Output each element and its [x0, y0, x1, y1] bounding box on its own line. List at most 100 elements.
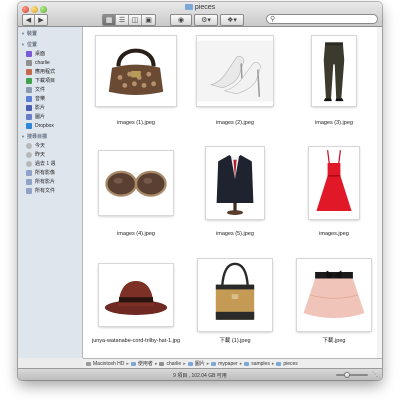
hd-icon [86, 361, 91, 366]
tote-bag-image [203, 259, 267, 331]
sidebar-item[interactable]: 桌面 [18, 49, 82, 58]
status-text: 9 項目 , 102.04 GB 可用 [173, 373, 227, 379]
sidebar-item[interactable]: charlie [18, 58, 82, 67]
home-icon [26, 59, 32, 66]
path-crumb-label: 使用者 [137, 361, 153, 367]
sidebar-item[interactable]: 圖片 [18, 112, 82, 121]
dropbox-icon [26, 122, 32, 129]
coverflow-view-button[interactable]: ▣ [142, 15, 155, 25]
handbag-thumbnail[interactable] [96, 36, 176, 106]
sidebar-item-label: charlie [35, 59, 50, 66]
sidebar-item-label: 下載項目 [35, 78, 56, 84]
path-crumb[interactable]: mypaper [211, 360, 238, 367]
path-crumb-label: pieces [283, 360, 298, 367]
sidebar-item-label: 音樂 [35, 96, 46, 102]
search-field[interactable]: ⚲ [266, 14, 378, 24]
sidebar-section-header[interactable]: ▼ 位置 [18, 38, 82, 49]
clock-icon [26, 151, 32, 158]
suit-thumbnail[interactable] [206, 147, 264, 219]
dropbox-icon: ❖▾ [227, 17, 237, 24]
path-crumb[interactable]: samples [244, 361, 270, 367]
quick-look-button[interactable]: ◉ [170, 14, 192, 26]
red-dress-thumbnail[interactable] [309, 147, 359, 219]
sidebar-item-label: 昨天 [35, 152, 46, 158]
view-mode-buttons: ▦ ☰ ◫ ▣ [102, 14, 156, 26]
smart-folder-icon [26, 178, 32, 185]
hat-image [99, 269, 173, 321]
icon-view-button[interactable]: ▦ [103, 15, 116, 25]
sidebar-section-label: 裝置 [26, 31, 37, 37]
heels-image [197, 40, 273, 102]
path-crumb[interactable]: Macintosh HD [86, 361, 124, 367]
window-title: pieces [18, 4, 382, 11]
gear-icon: ⚙▾ [201, 17, 211, 24]
icon-size-slider[interactable] [336, 372, 368, 378]
list-view-button[interactable]: ☰ [116, 15, 129, 25]
file-name-label: junya-watanabe-cord-trilby-hat-1.jpg [91, 338, 181, 344]
documents-icon [26, 86, 32, 93]
path-separator-icon: ▸ [183, 360, 186, 367]
sidebar-item[interactable]: 所有影像 [18, 168, 82, 177]
path-crumb[interactable]: pieces [276, 360, 298, 367]
sidebar-item[interactable]: Dropbox [18, 121, 82, 130]
disclosure-triangle-icon[interactable]: ▼ [21, 31, 25, 36]
sidebar-section-header[interactable]: ▼ 搜尋目標 [18, 130, 82, 141]
folder-icon [130, 361, 136, 366]
resize-grip[interactable]: ⋱ [372, 371, 378, 378]
column-view-button[interactable]: ◫ [129, 15, 142, 25]
sidebar-item-label: Dropbox [35, 122, 54, 129]
sidebar-item[interactable]: 昨天 [18, 150, 82, 159]
path-crumb-label: samples [251, 360, 270, 367]
movies-icon [26, 104, 32, 111]
hat-thumbnail[interactable] [99, 264, 173, 326]
heels-thumbnail[interactable] [197, 36, 273, 106]
disclosure-triangle-icon[interactable]: ▼ [21, 42, 25, 47]
forward-button[interactable]: ▶ [35, 15, 47, 25]
disclosure-triangle-icon[interactable]: ▼ [21, 134, 25, 139]
sidebar-item[interactable]: 今天 [18, 141, 82, 150]
red-dress-image [310, 147, 358, 219]
file-name-label: images (1).jpeg [117, 120, 155, 126]
trousers-image [312, 38, 356, 104]
sidebar-item-label: 圖片 [35, 114, 46, 120]
sidebar-item[interactable]: 文件 [18, 85, 82, 94]
tote-bag-thumbnail[interactable] [198, 259, 272, 331]
tutu-skirt-thumbnail[interactable] [297, 259, 371, 331]
back-button[interactable]: ◀ [23, 15, 35, 25]
path-crumb[interactable]: 使用者 [130, 360, 153, 367]
smart-folder-icon [26, 187, 32, 194]
sidebar-item[interactable]: 應用程式 [18, 67, 82, 76]
path-separator-icon: ▸ [206, 360, 210, 367]
sidebar-item[interactable]: 所有文件 [18, 186, 82, 195]
trousers-thumbnail[interactable] [312, 36, 356, 106]
action-button[interactable]: ⚙▾ [194, 14, 218, 26]
sidebar-section-header[interactable]: ▼ 裝置 [18, 27, 82, 38]
sidebar-item[interactable]: 過去 1 週 [18, 159, 82, 168]
path-separator-icon: ▸ [239, 360, 243, 367]
status-bar: 9 項目 , 102.04 GB 可用 ⋱ [18, 368, 382, 380]
sidebar-item[interactable]: 音樂 [18, 94, 82, 103]
sidebar-item-label: 今天 [35, 143, 46, 149]
eye-icon: ◉ [177, 17, 185, 24]
file-name-label: images (2).jpeg [216, 120, 254, 126]
path-crumb[interactable]: charlie [159, 361, 181, 367]
dropbox-share-button[interactable]: ❖▾ [220, 14, 244, 26]
folder-icon [187, 361, 193, 366]
sidebar-item[interactable]: 影片 [18, 103, 82, 112]
sidebar: ▼ 裝置 ▼ 位置 桌面 charlie 應用程式 下載項目 文件 音樂 影片 圖片 Dropbox ▼ 搜… [18, 27, 83, 358]
sunglasses-thumbnail[interactable] [99, 151, 173, 215]
sidebar-item-label: 所有影片 [35, 179, 56, 185]
sidebar-item-label: 所有文件 [35, 188, 56, 194]
path-separator-icon: ▸ [154, 360, 158, 367]
path-separator-icon: ▸ [126, 360, 129, 367]
folder-icon [276, 361, 282, 366]
path-crumb-label: charlie [166, 360, 182, 367]
path-crumb[interactable]: 圖片 [187, 360, 205, 367]
path-crumb-label: mypaper [218, 360, 238, 367]
search-input[interactable] [275, 15, 370, 23]
sidebar-item[interactable]: 所有影片 [18, 177, 82, 186]
tutu-skirt-image [297, 262, 371, 328]
navigation-buttons: ◀ ▶ [22, 14, 48, 26]
sidebar-item[interactable]: 下載項目 [18, 76, 82, 85]
vertical-scrollbar[interactable] [377, 27, 382, 358]
